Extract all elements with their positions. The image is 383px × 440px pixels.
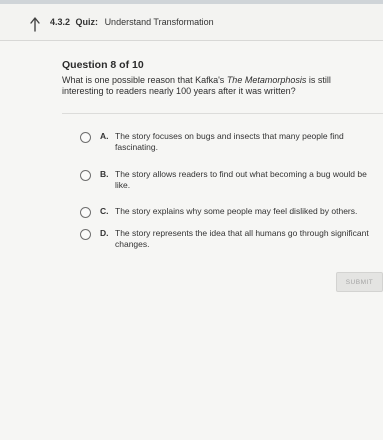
- lesson-number: 4.3.2: [50, 17, 71, 27]
- radio-button[interactable]: [80, 170, 91, 181]
- answer-option-c[interactable]: C. The story explains why some people ma…: [80, 206, 380, 220]
- question-progress: Question 8 of 10: [62, 59, 144, 71]
- option-letter: D.: [100, 228, 109, 238]
- radio-button[interactable]: [80, 207, 91, 218]
- option-text: The story allows readers to find out wha…: [115, 169, 367, 190]
- divider: [62, 113, 383, 114]
- lesson-title: Understand Transformation: [104, 17, 214, 27]
- quiz-header: 4.3.2 Quiz: Understand Transformation: [0, 4, 383, 41]
- breadcrumb: 4.3.2 Quiz: Understand Transformation: [50, 17, 214, 27]
- radio-button[interactable]: [80, 132, 91, 143]
- submit-button[interactable]: SUBMIT: [336, 272, 383, 292]
- back-arrow-icon[interactable]: [28, 16, 42, 32]
- radio-button[interactable]: [80, 229, 91, 240]
- lesson-kind: Quiz:: [75, 17, 99, 27]
- option-letter: B.: [100, 169, 109, 179]
- quiz-page: 4.3.2 Quiz: Understand Transformation Qu…: [0, 0, 383, 440]
- option-text: The story explains why some people may f…: [115, 206, 358, 216]
- question-prompt: What is one possible reason that Kafka's…: [62, 75, 362, 97]
- option-text: The story represents the idea that all h…: [115, 228, 369, 249]
- question-text-before: What is one possible reason that Kafka's: [62, 75, 227, 85]
- book-title: The Metamorphosis: [226, 75, 307, 85]
- answer-option-d[interactable]: D. The story represents the idea that al…: [80, 228, 380, 252]
- answer-option-b[interactable]: B. The story allows readers to find out …: [80, 169, 380, 193]
- answer-option-a[interactable]: A. The story focuses on bugs and insects…: [80, 131, 380, 155]
- option-letter: A.: [100, 131, 109, 141]
- option-text: The story focuses on bugs and insects th…: [115, 131, 344, 152]
- option-letter: C.: [100, 206, 109, 216]
